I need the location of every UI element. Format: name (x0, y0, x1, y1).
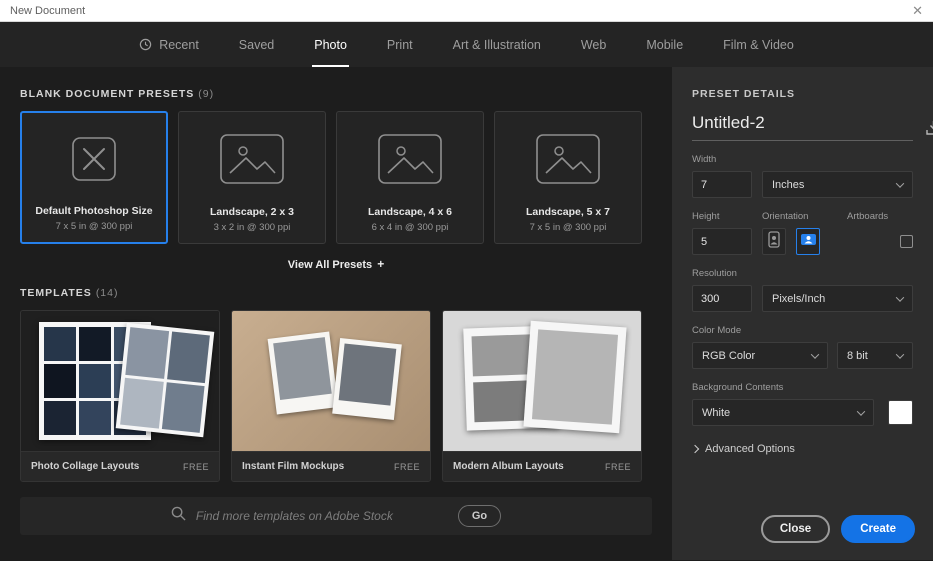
save-preset-icon[interactable] (925, 120, 933, 141)
clock-icon (139, 38, 152, 51)
tab-film-video[interactable]: Film & Video (723, 22, 794, 67)
templates-section-header: TEMPLATES(14) (20, 287, 652, 299)
crossed-tools-icon (65, 113, 123, 205)
tab-label: Mobile (646, 38, 683, 52)
document-name-field[interactable] (692, 113, 913, 141)
free-badge: FREE (394, 462, 420, 472)
tab-art-illustration[interactable]: Art & Illustration (453, 22, 541, 67)
tab-label: Print (387, 38, 413, 52)
tab-label: Web (581, 38, 606, 52)
template-thumbnail (443, 311, 641, 451)
preset-size: 7 x 5 in @ 300 ppi (530, 222, 607, 233)
template-thumbnail (232, 311, 430, 451)
image-icon (535, 112, 601, 206)
preset-details-panel: PRESET DETAILS Width Inches Height Orien… (672, 67, 933, 560)
tab-label: Film & Video (723, 38, 794, 52)
orientation-landscape-button[interactable] (796, 228, 820, 255)
tab-web[interactable]: Web (581, 22, 606, 67)
tab-mobile[interactable]: Mobile (646, 22, 683, 67)
artboards-checkbox[interactable] (900, 235, 913, 248)
template-photo-collage-layouts[interactable]: Photo Collage Layouts FREE (20, 310, 220, 482)
width-input[interactable] (692, 171, 752, 198)
search-icon (171, 506, 186, 526)
preset-landscape-4x6[interactable]: Landscape, 4 x 6 6 x 4 in @ 300 ppi (336, 111, 484, 244)
content-area: BLANK DOCUMENT PRESETS(9) Default Photos… (0, 67, 672, 560)
chevron-right-icon (691, 445, 699, 453)
background-color-swatch[interactable] (888, 400, 913, 425)
width-label: Width (692, 154, 913, 165)
preset-size: 6 x 4 in @ 300 ppi (372, 222, 449, 233)
tab-recent[interactable]: Recent (139, 22, 199, 67)
preset-name: Landscape, 5 x 7 (526, 206, 610, 218)
resolution-units-dropdown[interactable]: Pixels/Inch (762, 285, 913, 312)
orientation-portrait-button[interactable] (762, 228, 786, 255)
advanced-options-toggle[interactable]: Advanced Options (692, 443, 913, 455)
preset-landscape-5x7[interactable]: Landscape, 5 x 7 7 x 5 in @ 300 ppi (494, 111, 642, 244)
tab-saved[interactable]: Saved (239, 22, 274, 67)
template-instant-film-mockups[interactable]: Instant Film Mockups FREE (231, 310, 431, 482)
height-input[interactable] (692, 228, 752, 255)
orientation-label: Orientation (762, 211, 847, 222)
create-button[interactable]: Create (841, 515, 915, 543)
chevron-down-icon (896, 350, 904, 358)
view-all-presets-button[interactable]: View All Presets+ (0, 257, 672, 271)
presets-section-header: BLANK DOCUMENT PRESETS(9) (20, 88, 652, 100)
preset-list: Default Photoshop Size 7 x 5 in @ 300 pp… (20, 111, 652, 244)
free-badge: FREE (183, 462, 209, 472)
presets-count: (9) (198, 88, 214, 100)
background-contents-label: Background Contents (692, 382, 913, 393)
preset-name: Landscape, 2 x 3 (210, 206, 294, 218)
bit-depth-dropdown[interactable]: 8 bit (837, 342, 913, 369)
preset-name: Landscape, 4 x 6 (368, 206, 452, 218)
tab-label: Saved (239, 38, 274, 52)
image-icon (219, 112, 285, 206)
preset-size: 3 x 2 in @ 300 ppi (214, 222, 291, 233)
color-mode-label: Color Mode (692, 325, 913, 336)
preset-size: 7 x 5 in @ 300 ppi (56, 221, 133, 232)
template-name: Photo Collage Layouts (31, 461, 139, 472)
resolution-input[interactable] (692, 285, 752, 312)
free-badge: FREE (605, 462, 631, 472)
preset-details-header: PRESET DETAILS (692, 88, 913, 100)
template-name: Modern Album Layouts (453, 461, 564, 472)
close-icon[interactable]: ✕ (912, 4, 923, 17)
tab-print[interactable]: Print (387, 22, 413, 67)
template-list: Photo Collage Layouts FREE Instant Film … (20, 310, 652, 482)
image-icon (377, 112, 443, 206)
artboards-label: Artboards (847, 211, 888, 222)
tab-photo[interactable]: Photo (314, 22, 347, 67)
tab-label: Photo (314, 38, 347, 52)
chevron-down-icon (811, 350, 819, 358)
window-title: New Document (10, 5, 85, 17)
units-dropdown[interactable]: Inches (762, 171, 913, 198)
go-button[interactable]: Go (458, 505, 501, 527)
height-label: Height (692, 211, 762, 222)
landscape-icon (800, 233, 817, 251)
tab-label: Art & Illustration (453, 38, 541, 52)
preset-name: Default Photoshop Size (35, 205, 152, 217)
portrait-icon (768, 231, 780, 253)
template-name: Instant Film Mockups (242, 461, 344, 472)
template-modern-album-layouts[interactable]: Modern Album Layouts FREE (442, 310, 642, 482)
adobe-stock-search-bar: Go (20, 497, 652, 535)
title-bar: New Document ✕ (0, 0, 933, 22)
preset-landscape-2x3[interactable]: Landscape, 2 x 3 3 x 2 in @ 300 ppi (178, 111, 326, 244)
background-contents-dropdown[interactable]: White (692, 399, 874, 426)
search-input[interactable] (196, 509, 446, 523)
color-mode-dropdown[interactable]: RGB Color (692, 342, 828, 369)
template-thumbnail (21, 311, 219, 451)
tab-label: Recent (159, 38, 199, 52)
category-tabbar: Recent Saved Photo Print Art & Illustrat… (0, 22, 933, 67)
new-document-dialog: New Document ✕ Recent Saved Photo Print … (0, 0, 933, 561)
preset-default-photoshop-size[interactable]: Default Photoshop Size 7 x 5 in @ 300 pp… (20, 111, 168, 244)
chevron-down-icon (896, 293, 904, 301)
resolution-label: Resolution (692, 268, 913, 279)
templates-count: (14) (96, 287, 119, 299)
plus-icon: + (377, 257, 384, 271)
close-button[interactable]: Close (761, 515, 830, 543)
chevron-down-icon (857, 407, 865, 415)
chevron-down-icon (896, 179, 904, 187)
